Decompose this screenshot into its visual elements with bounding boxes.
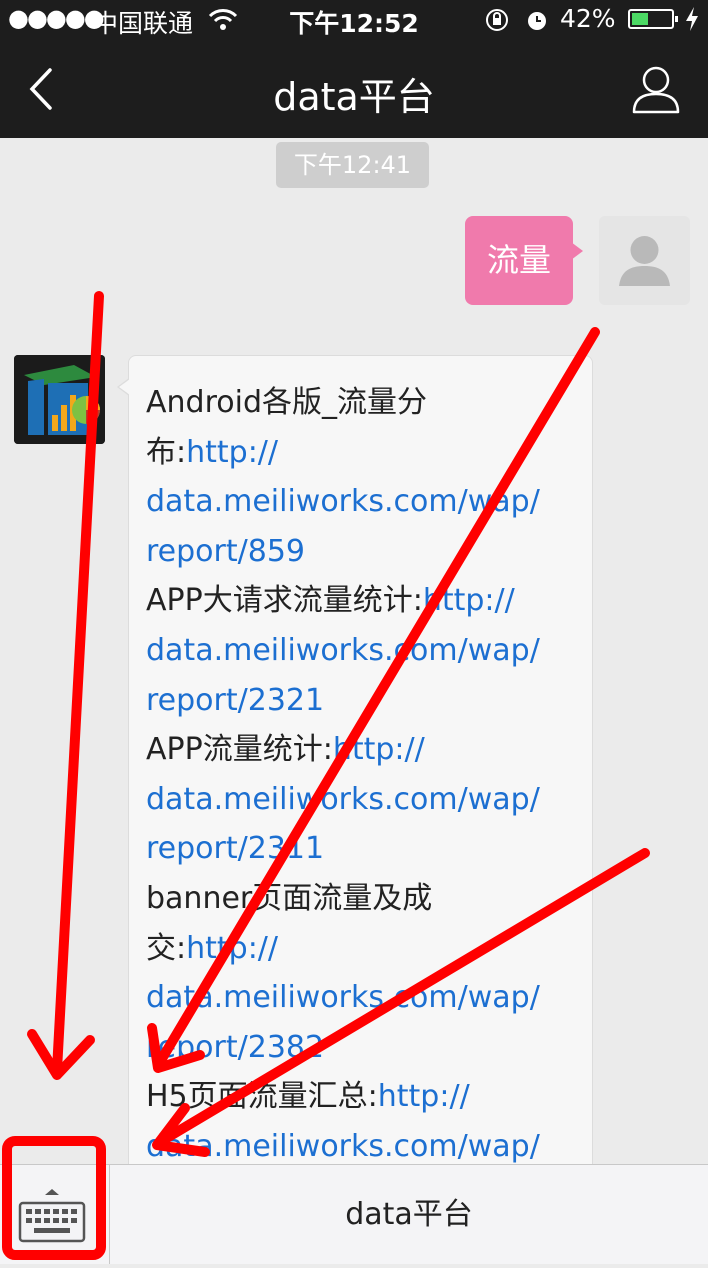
message-line: APP大请求流量统计:http:// [146, 576, 592, 626]
battery-icon [628, 9, 678, 29]
message-link[interactable]: data.meiliworks.com/wap/ [146, 633, 540, 668]
message-line: 布:http:// [146, 428, 592, 478]
person-icon [619, 236, 670, 286]
message-line: report/859 [146, 527, 592, 577]
keyboard-toggle-button[interactable] [0, 1165, 110, 1264]
message-text: 布: [146, 434, 187, 470]
message-link[interactable]: http:// [378, 1079, 470, 1114]
incoming-message-bubble: Android各版_流量分 布:http://data.meiliworks.co… [117, 355, 593, 1185]
data-platform-logo-icon [14, 355, 105, 444]
message-link[interactable]: data.meiliworks.com/wap/ [146, 484, 540, 519]
chat-timestamp: 下午12:41 [276, 142, 429, 188]
battery-percent: 42% [560, 4, 616, 33]
message-line: APP流量统计:http:// [146, 725, 592, 775]
nav-bar: data平台 [0, 40, 708, 138]
message-text: banner页面流量及成 [146, 880, 433, 916]
message-line: 交:http:// [146, 924, 592, 974]
message-link[interactable]: http:// [186, 931, 278, 966]
message-line: data.meiliworks.com/wap/ [146, 477, 592, 527]
message-line: H5页面流量汇总:http:// [146, 1072, 592, 1122]
message-text: Android各版_流量分 [146, 385, 427, 420]
message-link[interactable]: http:// [186, 435, 278, 470]
message-link[interactable]: data.meiliworks.com/wap/ [146, 782, 540, 817]
message-link[interactable]: http:// [333, 732, 425, 767]
outgoing-message-bubble[interactable]: 流量 [465, 216, 583, 305]
message-link[interactable]: data.meiliworks.com/wap/ [146, 980, 540, 1015]
page-title: data平台 [273, 75, 435, 119]
message-link[interactable]: report/2382 [146, 1030, 324, 1065]
message-text: H5页面流量汇总: [146, 1079, 378, 1115]
message-line: data.meiliworks.com/wap/ [146, 626, 592, 676]
menu-button-data-platform[interactable]: data平台 [110, 1165, 708, 1264]
message-link[interactable]: data.meiliworks.com/wap/ [146, 1129, 540, 1164]
message-line: data.meiliworks.com/wap/ [146, 775, 592, 825]
charging-icon [686, 7, 698, 31]
message-text: 交: [146, 930, 187, 966]
message-line: report/2311 [146, 824, 592, 874]
message-line: report/2382 [146, 1023, 592, 1073]
keyboard-icon [18, 1189, 86, 1243]
message-line: report/2321 [146, 676, 592, 726]
message-line: data.meiliworks.com/wap/ [146, 973, 592, 1023]
message-line: banner页面流量及成 [146, 874, 592, 924]
profile-button[interactable] [630, 64, 682, 116]
orientation-lock-icon [486, 9, 508, 31]
bot-avatar[interactable] [14, 355, 105, 444]
message-text: APP大请求流量统计: [146, 583, 423, 619]
alarm-icon [528, 12, 546, 30]
message-link[interactable]: report/2311 [146, 831, 324, 866]
message-line: Android各版_流量分 [146, 378, 592, 428]
annotation-arrowhead-1 [27, 1029, 95, 1080]
message-text: APP流量统计: [146, 732, 333, 768]
user-avatar[interactable] [599, 216, 690, 305]
message-link[interactable]: http:// [423, 583, 515, 618]
message-link[interactable]: report/2321 [146, 683, 324, 718]
bottom-menu-bar: data平台 [0, 1164, 708, 1264]
status-bar: ●●●●● 中国联通 下午12:52 42% [0, 0, 708, 40]
battery-fill [632, 13, 648, 25]
message-link[interactable]: report/859 [146, 534, 305, 569]
